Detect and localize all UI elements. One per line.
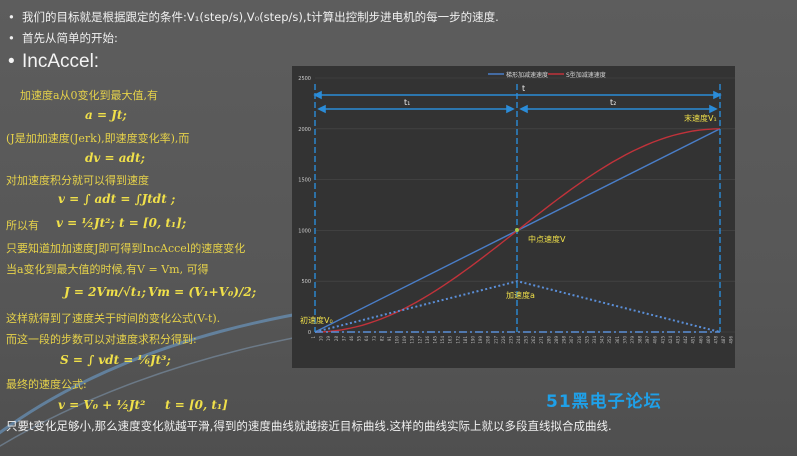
x-tick-label: 478: [713, 336, 718, 344]
x-tick-label: 343: [600, 336, 605, 344]
x-tick-label: 28: [334, 336, 339, 342]
x-tick-label: 64: [364, 336, 369, 342]
y-tick-label: 2500: [298, 76, 311, 82]
eq-final-v: v = V₀ + ½Jt²: [58, 398, 146, 412]
label-accel: 加速度a: [506, 290, 535, 300]
x-tick-label: 190: [470, 336, 475, 344]
label-t2: t₂: [610, 98, 616, 107]
x-tick-label: 388: [638, 336, 643, 344]
eq-steps: S = ∫ vdt = ⅙Jt³;: [60, 353, 171, 367]
x-tick-label: 379: [630, 336, 635, 344]
x-tick-label: 127: [417, 336, 422, 344]
y-tick-label: 2000: [298, 127, 311, 133]
section-title: • IncAccel:: [8, 51, 100, 72]
text-max-a: 当a变化到最大值的时候,有V = Vm, 可得: [6, 263, 209, 276]
x-tick-label: 172: [455, 336, 460, 344]
x-tick-label: 37: [341, 336, 346, 342]
y-tick-label: 1500: [298, 178, 311, 184]
x-tick-label: 55: [357, 336, 362, 342]
x-tick-label: 316: [577, 336, 582, 344]
x-tick-label: 19: [326, 336, 331, 342]
x-tick-label: 208: [486, 336, 491, 344]
x-tick-label: 253: [524, 336, 529, 344]
x-tick-label: 10: [319, 336, 324, 342]
x-tick-label: 244: [516, 336, 521, 344]
text-integrate: 对加速度积分就可以得到速度: [6, 174, 149, 187]
chart-background: [292, 66, 735, 368]
x-tick-label: 298: [562, 336, 567, 344]
x-tick-label: 145: [433, 336, 438, 344]
velocity-chart: 05001000150020002500 1 10 19 28 37 46 55 64 73 82…: [292, 66, 735, 368]
x-tick-label: 82: [379, 336, 384, 342]
bottom-note: 只要t变化足够小,那么速度变化就越平滑,得到的速度曲线就越接近目标曲线.这样的曲…: [6, 419, 612, 433]
label-mid-speed: 中点速度V: [528, 234, 566, 244]
x-tick-label: 487: [721, 336, 726, 344]
x-tick-label: 460: [698, 336, 703, 344]
x-tick-label: 118: [410, 336, 415, 344]
x-tick-label: 307: [569, 336, 574, 344]
eq-jerk: J = 2Vm/√t₁;: [64, 285, 146, 299]
eq-v-integral: v = ∫ adt = ∫Jtdt ;: [58, 192, 176, 206]
bullet-start: • 首先从简单的开始:: [8, 31, 118, 45]
legend-linear: 梯形加减速速度: [506, 71, 548, 79]
x-tick-label: 280: [546, 336, 551, 344]
text-jerk: (J是加加速度(Jerk),即速度变化率),而: [6, 132, 190, 145]
x-tick-label: 469: [706, 336, 711, 344]
x-tick-label: 163: [448, 336, 453, 344]
text-vt: 这样就得到了速度关于时间的变化公式(V-t).: [6, 312, 221, 325]
x-tick-label: 352: [607, 336, 612, 344]
eq-final-t: t = [0, t₁]: [165, 398, 228, 412]
x-tick-label: 415: [660, 336, 665, 344]
x-tick-label: 442: [683, 336, 688, 344]
label-t: t: [522, 84, 525, 93]
x-tick-label: 397: [645, 336, 650, 344]
x-tick-label: 361: [615, 336, 620, 344]
x-tick-label: 136: [425, 336, 430, 344]
chart-legend: 梯形加减速速度 S型加减速速度: [488, 71, 606, 79]
x-tick-label: 154: [440, 336, 445, 344]
text-know-jerk: 只要知道加加速度J即可得到IncAccel的速度变化: [6, 242, 246, 255]
x-tick-label: 217: [493, 336, 498, 344]
eq-v-half: v = ½Jt²; t = [0, t₁];: [56, 216, 187, 230]
x-tick-label: 325: [584, 336, 589, 344]
x-tick-label: 451: [691, 336, 696, 344]
x-tick-label: 433: [676, 336, 681, 344]
eq-accel: a = Jt;: [85, 108, 127, 122]
text-accel-change: 加速度a从0变化到最大值,有: [20, 89, 159, 102]
x-tick-label: 424: [668, 336, 673, 344]
x-tick-label: 271: [539, 336, 544, 344]
x-tick-label: 496: [729, 336, 734, 344]
x-tick-label: 226: [501, 336, 506, 344]
y-tick-label: 1000: [298, 228, 311, 234]
bullet-goal: • 我们的目标就是根据跟定的条件:V₁(step/s),V₀(step/s),t计…: [8, 10, 499, 24]
forum-watermark: 51黑电子论坛: [546, 392, 662, 412]
eq-vm: Vm = (V₁+V₀)/2;: [148, 285, 257, 299]
text-steps: 而这一段的步数可以对速度求积分得到:: [6, 333, 197, 346]
x-tick-label: 262: [531, 336, 536, 344]
x-tick-label: 334: [592, 336, 597, 344]
eq-dv: dv = adt;: [85, 151, 145, 165]
x-tick-label: 181: [463, 336, 468, 344]
x-tick-label: 100: [395, 336, 400, 344]
x-tick-label: 46: [349, 336, 354, 342]
x-tick-label: 91: [387, 336, 392, 342]
x-tick-label: 73: [372, 336, 377, 342]
x-tick-label: 235: [508, 336, 513, 344]
midpoint-marker: [515, 228, 519, 232]
x-tick-label: 406: [653, 336, 658, 344]
x-tick-label: 109: [402, 336, 407, 344]
label-t1: t₁: [404, 98, 410, 107]
legend-scurve: S型加减速速度: [566, 71, 606, 79]
y-tick-label: 500: [301, 279, 311, 285]
label-start-speed: 初速度V₀: [300, 315, 333, 325]
x-tick-label: 289: [554, 336, 559, 344]
x-tick-label: 199: [478, 336, 483, 344]
text-so: 所以有: [6, 219, 39, 232]
label-end-speed: 末速度V₁: [684, 113, 717, 123]
x-tick-label: 370: [622, 336, 627, 344]
y-tick-label: 0: [308, 330, 311, 336]
text-final: 最终的速度公式:: [6, 378, 87, 391]
